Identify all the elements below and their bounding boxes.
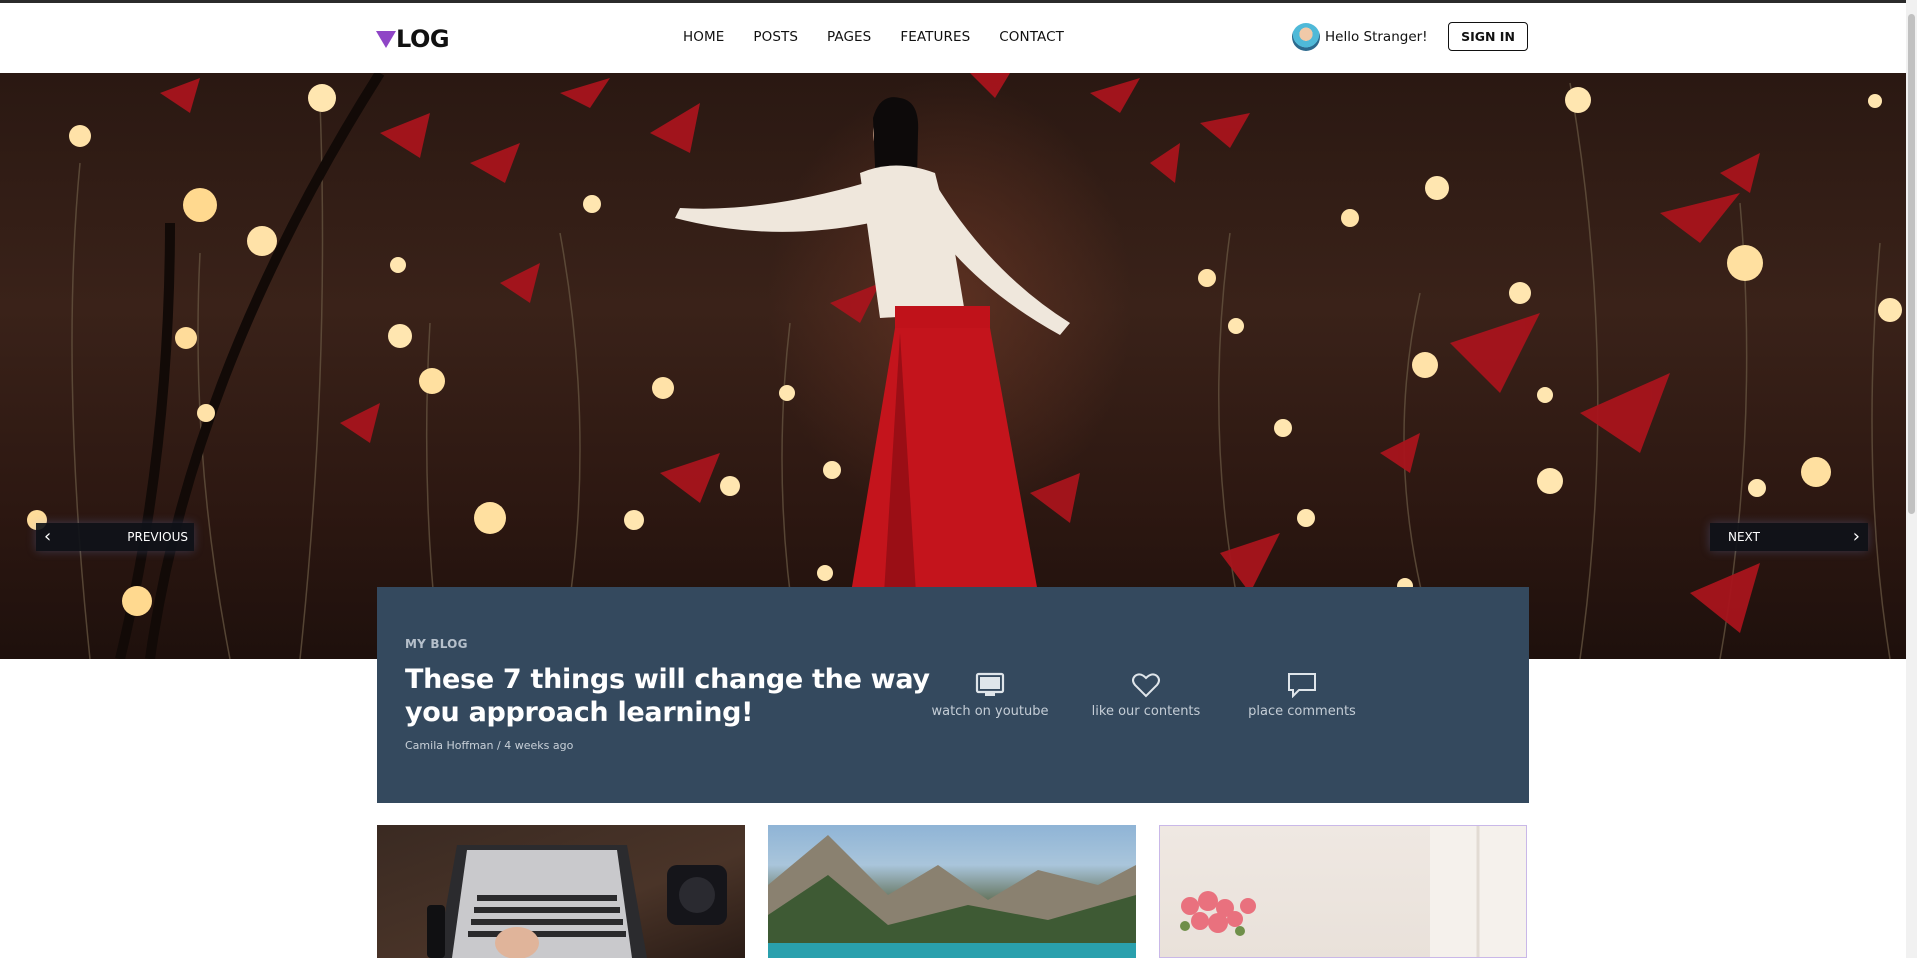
post-time: 4 weeks ago [504,739,574,752]
place-comments-action[interactable]: place comments [1237,672,1367,720]
nav-features[interactable]: FEATURES [900,29,970,45]
previous-slide-button[interactable]: ‹ PREVIOUS [36,523,194,551]
like-our-contents-action[interactable]: like our contents [1081,672,1211,720]
heart-icon [1132,673,1160,698]
nav-contact[interactable]: CONTACT [999,29,1064,45]
site-header: LOG HOME POSTS PAGES FEATURES CONTACT He… [0,3,1906,73]
post-thumbnail-1[interactable] [377,825,745,958]
like-our-contents-label: like our contents [1091,704,1201,719]
laptop-image [427,845,727,958]
main-nav: HOME POSTS PAGES FEATURES CONTACT [683,29,1093,45]
post-meta: Camila Hoffman / 4 weeks ago [405,739,573,752]
logo-triangle-icon [376,30,396,48]
post-title[interactable]: These 7 things will change the way you a… [405,663,965,729]
avatar[interactable] [1292,23,1320,51]
scrollbar-thumb[interactable] [1908,14,1915,514]
post-author[interactable]: Camila Hoffman [405,739,494,752]
post-thumbnail-2[interactable] [768,825,1136,958]
place-comments-label: place comments [1248,704,1356,719]
site-logo[interactable]: LOG [376,25,450,53]
monitor-icon [975,672,1005,696]
featured-post-card: MY BLOG These 7 things will change the w… [377,587,1529,803]
post-category[interactable]: MY BLOG [405,637,468,651]
mountain-lake-image [768,835,1136,958]
hero-image [27,73,1902,659]
next-label: NEXT [1728,530,1760,544]
greeting-text: Hello Stranger! [1325,29,1428,45]
chevron-right-icon: › [1852,526,1860,547]
logo-text: LOG [396,25,450,53]
user-greeting[interactable]: Hello Stranger! [1292,23,1428,51]
nav-posts[interactable]: POSTS [753,29,798,45]
sign-in-button[interactable]: SIGN IN [1448,22,1528,51]
post-thumbnail-3[interactable] [1159,825,1527,958]
chevron-left-icon: ‹ [44,526,52,547]
hero-slider: ‹ PREVIOUS NEXT › [0,73,1906,659]
nav-home[interactable]: HOME [683,29,724,45]
previous-label: PREVIOUS [127,530,188,544]
next-slide-button[interactable]: NEXT › [1710,523,1868,551]
comment-icon [1288,673,1316,698]
nav-pages[interactable]: PAGES [827,29,871,45]
meta-separator: / [497,739,501,752]
flowers-image [1180,826,1526,957]
watch-on-youtube-label: watch on youtube [931,704,1049,719]
watch-on-youtube-action[interactable]: watch on youtube [925,672,1055,720]
